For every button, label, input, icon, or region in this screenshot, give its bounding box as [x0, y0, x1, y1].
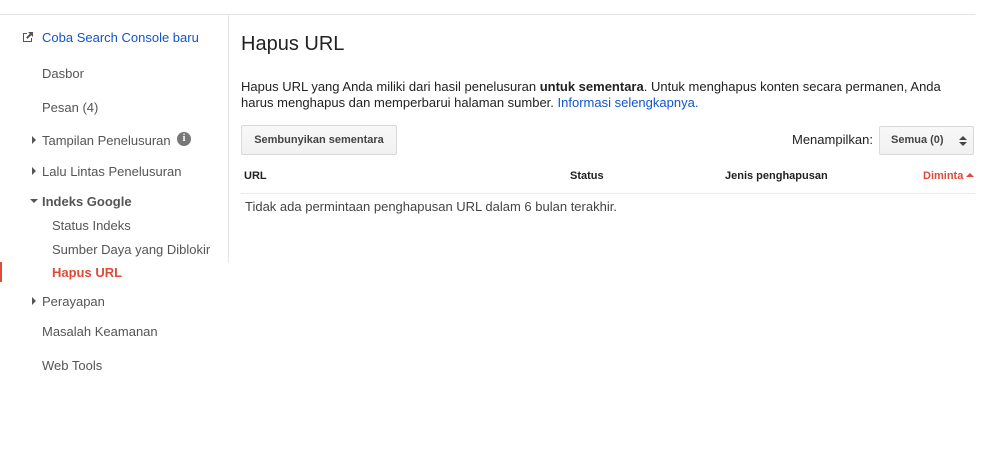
updown-arrow-icon	[959, 136, 967, 146]
page-title: Hapus URL	[241, 33, 345, 55]
sidebar-item-pesan[interactable]: Pesan (4)	[42, 100, 98, 115]
column-header-diminta[interactable]: Diminta	[923, 170, 975, 182]
sidebar-item-tampilan[interactable]: Tampilan Penelusuran	[42, 133, 171, 148]
desc-text-1: Hapus URL yang Anda miliki dari hasil pe…	[241, 79, 540, 94]
sidebar-item-lalu-lintas[interactable]: Lalu Lintas Penelusuran	[42, 164, 182, 179]
column-header-diminta-label: Diminta	[923, 170, 964, 182]
sidebar-item-keamanan[interactable]: Masalah Keamanan	[42, 324, 158, 339]
external-link-icon[interactable]	[22, 31, 34, 43]
try-new-console-link[interactable]: Coba Search Console baru	[42, 30, 199, 45]
expand-arrow-icon[interactable]	[32, 297, 36, 305]
sidebar-item-dasbor[interactable]: Dasbor	[42, 66, 84, 81]
info-icon[interactable]: i	[177, 132, 191, 146]
sidebar-item-sumber-daya[interactable]: Sumber Daya yang Diblokir	[52, 242, 210, 257]
filter-label: Menampilkan:	[792, 132, 873, 147]
sort-ascending-icon	[966, 173, 975, 177]
page-description: Hapus URL yang Anda miliki dari hasil pe…	[241, 79, 961, 111]
sidebar-item-web-tools[interactable]: Web Tools	[42, 358, 102, 373]
hide-temporarily-button[interactable]: Sembunyikan sementara	[241, 125, 397, 155]
empty-table-message: Tidak ada permintaan penghapusan URL dal…	[245, 199, 617, 214]
expand-arrow-icon[interactable]	[32, 136, 36, 144]
sidebar-item-perayapan[interactable]: Perayapan	[42, 294, 105, 309]
learn-more-link[interactable]: Informasi selengkapnya.	[558, 95, 699, 110]
filter-select[interactable]: Semua (0)	[879, 126, 974, 155]
expand-arrow-icon[interactable]	[32, 167, 36, 175]
sidebar-item-indeks-google[interactable]: Indeks Google	[42, 194, 132, 209]
desc-bold: untuk sementara	[539, 79, 644, 94]
column-header-status[interactable]: Status	[570, 170, 604, 182]
sidebar-item-hapus-url[interactable]: Hapus URL	[52, 265, 122, 280]
filter-select-value: Semua (0)	[891, 134, 944, 146]
column-header-url[interactable]: URL	[244, 170, 267, 182]
active-indicator	[0, 262, 2, 282]
sidebar-item-status-indeks[interactable]: Status Indeks	[52, 218, 131, 233]
column-header-jenis[interactable]: Jenis penghapusan	[725, 170, 828, 182]
collapse-arrow-icon[interactable]	[30, 199, 38, 203]
table-divider	[241, 193, 975, 194]
